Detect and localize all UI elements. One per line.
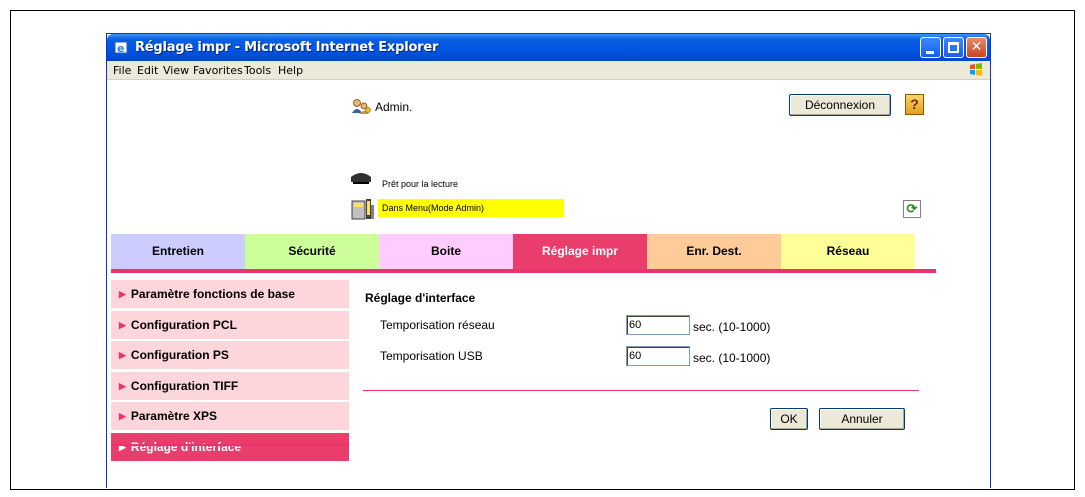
arrow-right-icon: ▶ [119, 319, 126, 330]
windows-logo-icon [970, 63, 982, 76]
sidebar-item-1[interactable]: ▶ Paramètre fonctions de base [111, 280, 349, 309]
logout-button[interactable]: Déconnexion [789, 94, 891, 116]
machine-status-icon [351, 199, 374, 220]
title-bar[interactable]: e Réglage impr - Microsoft Internet Expl… [107, 34, 990, 61]
field-hint-usb-timeout: sec. (10-1000) [693, 351, 771, 365]
tab-boite[interactable]: Boite [379, 234, 513, 269]
menu-edit[interactable]: Edit [137, 64, 158, 77]
network-timeout-input[interactable] [626, 315, 690, 335]
status-mode: Dans Menu(Mode Admin) [378, 199, 564, 217]
field-label-usb-timeout: Temporisation USB [380, 349, 483, 363]
sidebar-item-label: Configuration PCL [130, 317, 237, 332]
status-ready: Prêt pour la lecture [382, 179, 459, 189]
menu-bar: File Edit View Favorites Tools Help [107, 61, 990, 80]
minimize-button[interactable] [920, 37, 941, 58]
sidebar-item-label: Réglage d'interface [130, 439, 242, 454]
arrow-right-icon: ▶ [119, 441, 126, 452]
admin-label: Admin. [375, 100, 413, 114]
printer-icon [351, 173, 371, 184]
close-icon: ✕ [970, 39, 983, 55]
sidebar-item-2[interactable]: ▶ Configuration PCL [111, 310, 349, 340]
tab-entretien[interactable]: Entretien [111, 234, 245, 269]
refresh-icon: ⟳ [906, 201, 918, 216]
menu-file[interactable]: File [113, 64, 131, 77]
menu-tools[interactable]: Tools [244, 64, 271, 77]
window-title: Réglage impr - Microsoft Internet Explor… [135, 40, 439, 55]
tab-enr-dest-[interactable]: Enr. Dest. [647, 234, 781, 269]
sidebar-item-label: Configuration TIFF [130, 378, 239, 393]
form-divider [363, 390, 919, 391]
menu-view[interactable]: View [163, 64, 189, 77]
maximize-icon [948, 42, 959, 53]
ok-button[interactable]: OK [770, 408, 808, 430]
maximize-button[interactable] [943, 37, 964, 58]
menu-favorites[interactable]: Favorites [193, 64, 243, 77]
close-button[interactable]: ✕ [966, 37, 987, 58]
ie-icon: e [114, 41, 128, 55]
sidebar-item-4[interactable]: ▶ Configuration TIFF [111, 371, 349, 401]
page-content: Admin. Déconnexion ? Prêt pour la lectur… [107, 81, 990, 488]
browser-window: e Réglage impr - Microsoft Internet Expl… [106, 33, 991, 488]
arrow-right-icon: ▶ [119, 289, 126, 299]
sidebar-item-label: Configuration PS [130, 348, 229, 362]
sidebar-item-3[interactable]: ▶ Configuration PS [111, 341, 349, 370]
tab-underline [111, 269, 936, 273]
sidebar-item-6[interactable]: ▶ Réglage d'interface [111, 432, 349, 462]
menu-help[interactable]: Help [278, 64, 303, 77]
sidebar-item-5[interactable]: ▶ Paramètre XPS [111, 402, 349, 431]
tab-r-glage-impr[interactable]: Réglage impr [513, 234, 647, 269]
svg-text:e: e [117, 42, 124, 55]
help-button[interactable]: ? [905, 94, 924, 115]
minimize-icon [926, 51, 934, 54]
field-label-network-timeout: Temporisation réseau [380, 318, 495, 332]
tab-r-seau[interactable]: Réseau [781, 234, 915, 269]
admin-user-icon [352, 99, 371, 114]
arrow-right-icon: ▶ [119, 350, 126, 360]
tab-bar: Entretien Sécurité Boite Réglage impr Enr. D… [111, 234, 931, 269]
field-hint-network-timeout: sec. (10-1000) [693, 320, 771, 334]
sidebar-item-label: Paramètre fonctions de base [130, 287, 295, 301]
arrow-right-icon: ▶ [119, 380, 126, 391]
arrow-right-icon: ▶ [119, 411, 126, 421]
tab-s-curit-[interactable]: Sécurité [245, 234, 379, 269]
sidebar-item-label: Paramètre XPS [130, 409, 217, 423]
refresh-button[interactable]: ⟳ [903, 200, 921, 218]
usb-timeout-input[interactable] [626, 346, 690, 366]
section-title: Réglage d'interface [365, 291, 476, 305]
cancel-button[interactable]: Annuler [819, 408, 905, 430]
sidebar-divider [111, 444, 349, 446]
